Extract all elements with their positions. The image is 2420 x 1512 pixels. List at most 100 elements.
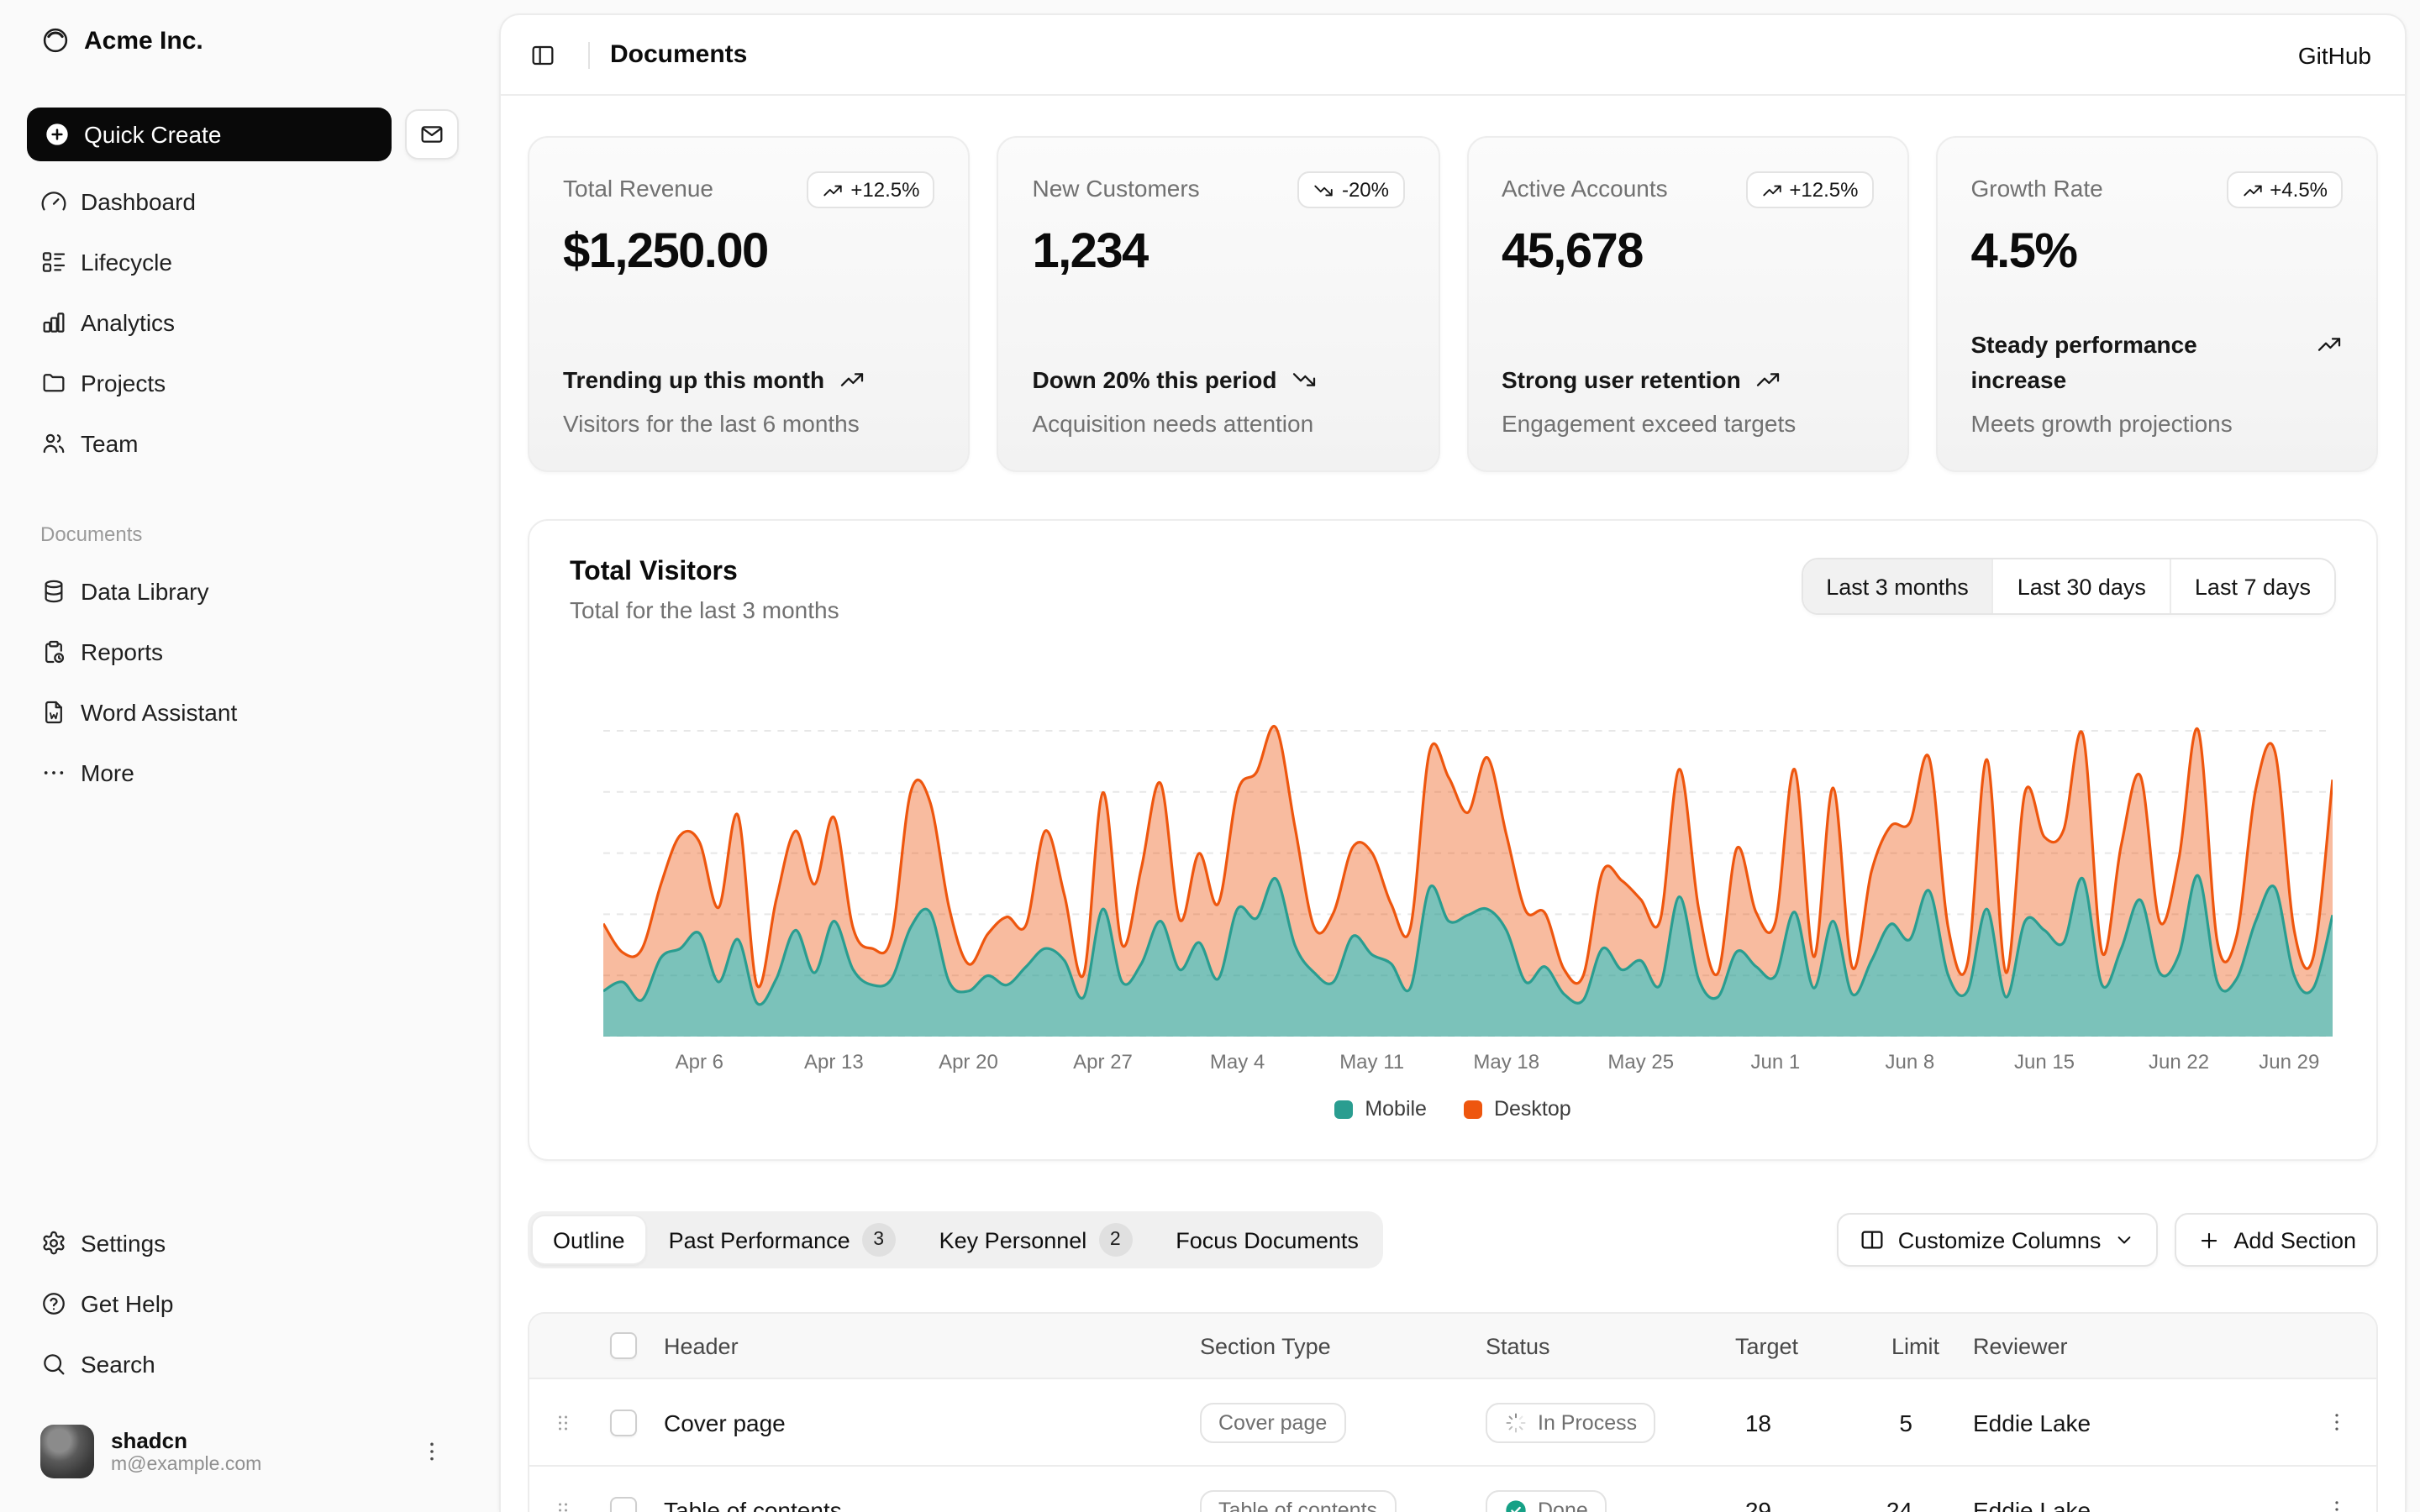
visitors-area-chart (603, 707, 2333, 1037)
reviewer-cell[interactable]: Eddie Lake (1960, 1409, 2296, 1436)
sidebar: Acme Inc. Quick Create Dashboard Lifecyc… (0, 0, 486, 1512)
sidebar-item-word-assistant[interactable]: Word Assistant (27, 685, 459, 739)
stat-card-active-accounts: Active Accounts +12.5% 45,678 Strong use… (1466, 136, 1909, 472)
legend-swatch-mobile (1334, 1100, 1353, 1118)
drag-handle-icon[interactable] (551, 1410, 575, 1434)
add-section-button[interactable]: Add Section (2175, 1213, 2378, 1267)
sidebar-item-reports[interactable]: Reports (27, 625, 459, 679)
row-actions-button[interactable] (2309, 1497, 2363, 1512)
tab-count-badge: 2 (1098, 1223, 1132, 1257)
circle-plus-icon (44, 121, 71, 148)
card-footer-title: Strong user retention (1502, 363, 1874, 398)
target-cell[interactable]: 29 (1711, 1496, 1818, 1512)
sidebar-item-lifecycle[interactable]: Lifecycle (27, 235, 459, 289)
card-footer-desc: Meets growth projections (1971, 410, 2344, 437)
trending-up-icon (822, 179, 844, 201)
trending-down-icon (1313, 179, 1335, 201)
sidebar-item-data-library[interactable]: Data Library (27, 564, 459, 618)
row-actions-button[interactable] (2309, 1410, 2363, 1435)
tab-outline[interactable]: Outline (533, 1216, 645, 1263)
select-all-checkbox[interactable] (610, 1332, 637, 1359)
sidebar-item-analytics[interactable]: Analytics (27, 296, 459, 349)
section-type-badge: Table of contents (1200, 1489, 1396, 1512)
sidebar-item-settings[interactable]: Settings (27, 1216, 459, 1270)
table-row: Table of contents Table of contents Done… (529, 1465, 2376, 1512)
sidebar-item-projects[interactable]: Projects (27, 356, 459, 410)
tab-past-performance[interactable]: Past Performance 3 (649, 1216, 916, 1263)
stat-card-total-revenue: Total Revenue +12.5% $1,250.00 Trending … (528, 136, 971, 472)
trending-down-icon (1290, 363, 1317, 393)
sidebar-item-search[interactable]: Search (27, 1337, 459, 1391)
card-footer-title: Trending up this month (563, 363, 935, 398)
section-tabs: Outline Past Performance 3 Key Personnel… (528, 1211, 1384, 1268)
sidebar-nav-main: Dashboard Lifecycle Analytics Projects T… (27, 175, 459, 470)
mail-icon (418, 121, 445, 148)
circle-check-icon (1504, 1498, 1528, 1512)
org-switcher[interactable]: Acme Inc. (27, 13, 459, 67)
section-type-badge: Cover page (1200, 1402, 1345, 1442)
chart-x-axis: Apr 6 Apr 13 Apr 20 Apr 27 May 4 May 11 … (603, 1050, 2333, 1075)
report-icon (40, 638, 67, 665)
tab-count-badge: 3 (862, 1223, 896, 1257)
chart-title: Total Visitors (570, 558, 839, 588)
tab-key-personnel[interactable]: Key Personnel 2 (919, 1216, 1153, 1263)
total-visitors-card: Total Visitors Total for the last 3 mont… (528, 519, 2378, 1161)
drag-handle-icon[interactable] (551, 1498, 575, 1512)
trending-up-icon (2241, 179, 2263, 201)
sidebar-item-get-help[interactable]: Get Help (27, 1277, 459, 1331)
trending-up-icon (1760, 179, 1782, 201)
dots-icon (40, 759, 67, 786)
github-link[interactable]: GitHub (2298, 41, 2371, 68)
chart-subtitle: Total for the last 3 months (570, 596, 839, 623)
tab-focus-documents[interactable]: Focus Documents (1155, 1216, 1379, 1263)
card-label: Total Revenue (563, 171, 713, 202)
customize-columns-button[interactable]: Customize Columns (1838, 1213, 2159, 1267)
database-icon (40, 578, 67, 605)
file-word-icon (40, 699, 67, 726)
row-header-cell[interactable]: Cover page (650, 1409, 1173, 1436)
legend-swatch-desktop (1464, 1100, 1482, 1118)
card-value: 1,234 (1033, 225, 1405, 281)
card-label: Growth Rate (1971, 171, 2103, 202)
sidebar-item-more[interactable]: More (27, 746, 459, 800)
reviewer-cell[interactable]: Eddie Lake (1960, 1496, 2296, 1512)
limit-cell[interactable]: 24 (1818, 1496, 1960, 1512)
limit-cell[interactable]: 5 (1818, 1409, 1960, 1436)
sidebar-item-dashboard[interactable]: Dashboard (27, 175, 459, 228)
column-reviewer: Reviewer (1960, 1333, 2296, 1358)
trending-up-icon (838, 363, 865, 393)
stat-card-new-customers: New Customers -20% 1,234 Down 20% this p… (997, 136, 1440, 472)
dots-vertical-icon[interactable] (418, 1438, 445, 1465)
sidebar-toggle-button[interactable] (518, 29, 568, 80)
plus-icon (2196, 1227, 2222, 1252)
inbox-button[interactable] (405, 109, 459, 160)
card-value: $1,250.00 (563, 225, 935, 281)
range-last-7-days[interactable]: Last 7 days (2170, 559, 2334, 613)
sections-toolbar: Outline Past Performance 3 Key Personnel… (528, 1211, 2378, 1268)
quick-create-button[interactable]: Quick Create (27, 108, 392, 161)
user-menu[interactable]: shadcn m@example.com (27, 1411, 459, 1492)
status-badge: Done (1486, 1489, 1607, 1512)
column-section-type: Section Type (1173, 1333, 1459, 1358)
card-footer-desc: Engagement exceed targets (1502, 410, 1874, 437)
columns-icon (1860, 1226, 1886, 1253)
range-last-30-days[interactable]: Last 30 days (1992, 559, 2170, 613)
row-checkbox[interactable] (610, 1496, 637, 1512)
sidebar-nav-documents: Data Library Reports Word Assistant More (27, 564, 459, 800)
range-last-3-months[interactable]: Last 3 months (1802, 559, 1992, 613)
page-title: Documents (610, 40, 747, 69)
target-cell[interactable]: 18 (1711, 1409, 1818, 1436)
help-circle-icon (40, 1290, 67, 1317)
header-divider (588, 41, 590, 68)
row-checkbox[interactable] (610, 1409, 637, 1436)
stat-card-growth-rate: Growth Rate +4.5% 4.5% Steady performanc… (1936, 136, 2379, 472)
sidebar-item-team[interactable]: Team (27, 417, 459, 470)
column-target: Target (1711, 1333, 1818, 1358)
user-avatar (40, 1425, 94, 1478)
table-row: Cover page Cover page In Process 18 5 Ed… (529, 1378, 2376, 1465)
row-header-cell[interactable]: Table of contents (650, 1496, 1173, 1512)
trending-up-icon (1754, 363, 1781, 393)
user-email: m@example.com (111, 1455, 402, 1475)
card-value: 4.5% (1971, 225, 2344, 281)
card-footer-title: Down 20% this period (1033, 363, 1405, 398)
